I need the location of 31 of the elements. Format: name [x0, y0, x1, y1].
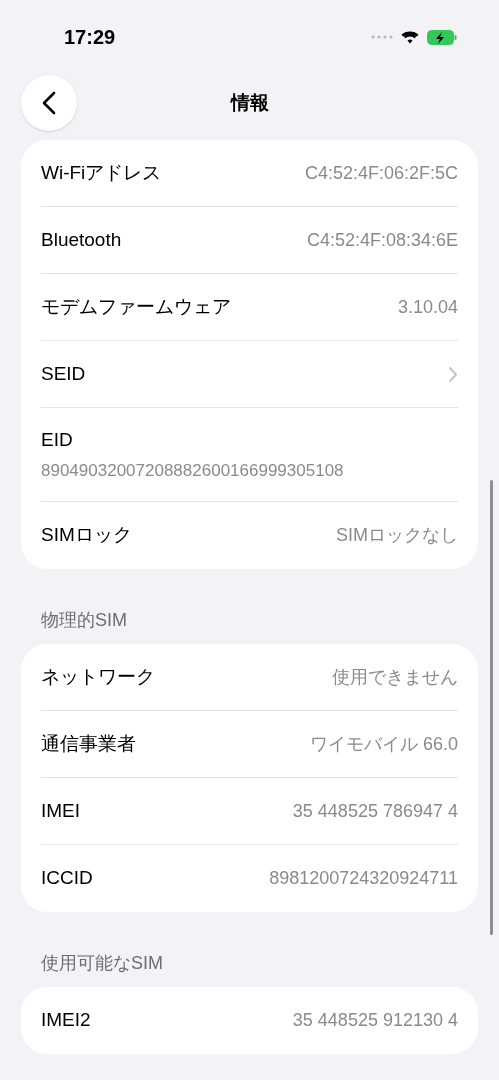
row-label: Bluetooth — [41, 227, 122, 252]
row-label: IMEI2 — [41, 1008, 91, 1033]
row-value: 3.10.04 — [397, 295, 458, 319]
row-value: ワイモバイル 66.0 — [309, 732, 458, 756]
row-label: IMEI — [41, 798, 81, 823]
status-time: 17:29 — [64, 25, 116, 50]
battery-charging-icon — [427, 29, 457, 45]
row-value: 使用できません — [332, 665, 458, 689]
row-value: 35 448525 786947 4 — [292, 799, 458, 823]
section-header: 使用可能なSIM — [40, 952, 164, 975]
row-label: ネットワーク — [41, 664, 155, 689]
row-value: 89049032007208882600166999305108 — [41, 460, 345, 482]
row-label: SIMロック — [41, 523, 132, 548]
row-label: モデムファームウェア — [41, 294, 231, 319]
row-value: SIMロックなし — [336, 524, 458, 547]
row-value: 35 448525 912130 4 — [292, 1009, 458, 1032]
signal-dots-icon — [371, 35, 393, 39]
row-label: 通信事業者 — [41, 731, 136, 756]
row-label[interactable]: SEID — [41, 359, 86, 389]
chevron-right-icon — [448, 365, 458, 383]
back-button[interactable] — [21, 75, 77, 131]
section-header: 物理的SIM — [40, 609, 128, 632]
row-label: EID — [41, 427, 74, 452]
row-value: C4:52:4F:06:2F:5C — [304, 161, 458, 185]
wifi-icon — [401, 30, 419, 44]
page-title: 情報 — [230, 90, 269, 115]
row-value: C4:52:4F:08:34:6E — [306, 228, 458, 252]
row-label: Wi-Fiアドレス — [41, 160, 162, 185]
back-chevron-icon — [42, 91, 56, 115]
row-label: ICCID — [41, 866, 93, 891]
row-value: 8981200724320924711 — [269, 867, 458, 890]
